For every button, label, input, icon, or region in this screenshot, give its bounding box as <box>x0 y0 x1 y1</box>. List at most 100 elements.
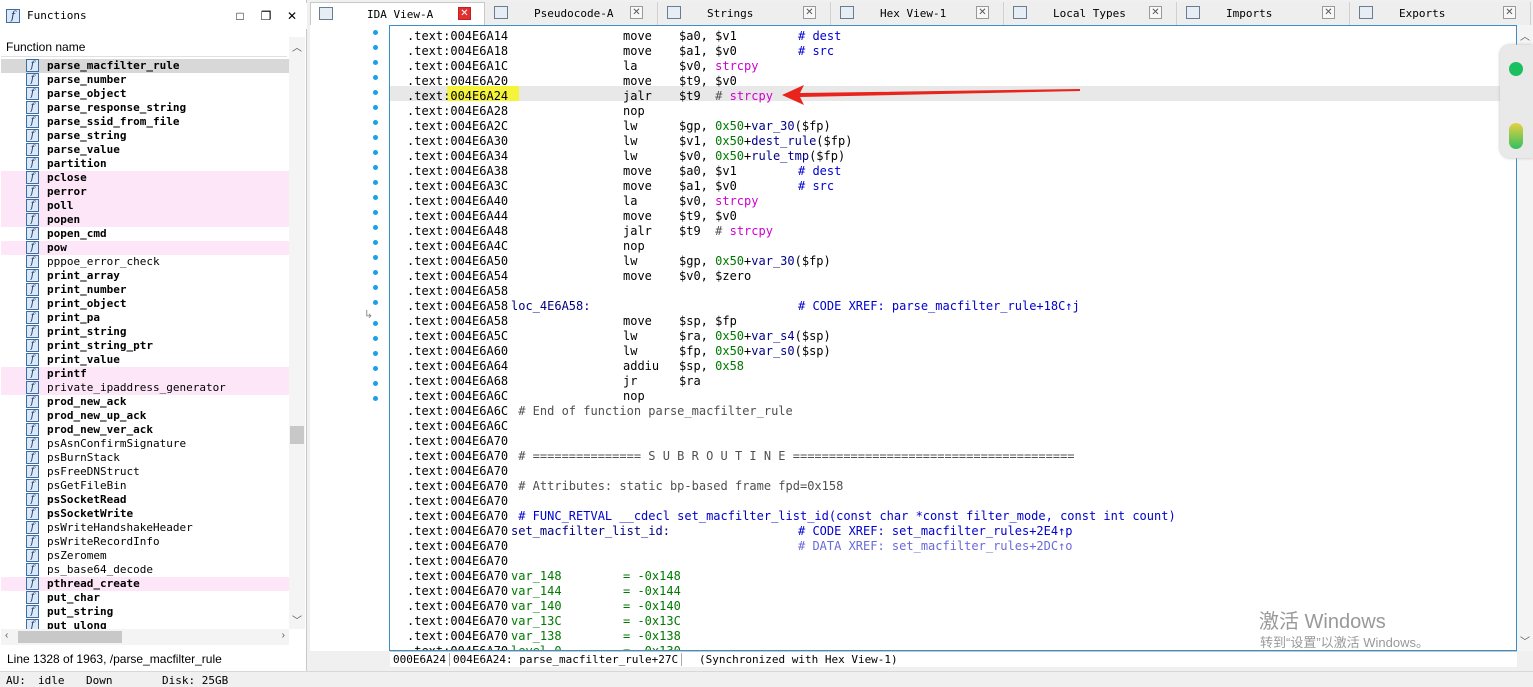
function-list-item[interactable]: f put_ulong <box>1 619 289 629</box>
disasm-line[interactable]: .text:004E6A70 # DATA XREF: set_macfilter… <box>407 539 1507 554</box>
tab-close-icon[interactable]: ✕ <box>976 6 989 19</box>
disasm-line[interactable]: .text:004E6A6C # End of function parse_m… <box>407 404 1507 419</box>
tab-pseudocode-a[interactable]: Pseudocode-A ✕ <box>486 2 658 25</box>
function-list-item[interactable]: f psZeromem <box>1 549 289 563</box>
function-list-item[interactable]: f psGetFileBin <box>1 479 289 493</box>
disasm-line[interactable]: .text:004E6A70 var_148 = -0x148 <box>407 569 1507 584</box>
function-list-item[interactable]: f print_object <box>1 297 289 311</box>
disasm-line[interactable]: .text:004E6A58 loc_4E6A58: # CODE XREF: pa… <box>407 299 1507 314</box>
function-list[interactable]: f parse_macfilter_rule f parse_number f parse… <box>1 59 289 629</box>
disasm-line[interactable]: .text:004E6A6C <box>407 419 1507 434</box>
function-list-item[interactable]: f pclose <box>1 171 289 185</box>
maximize-icon[interactable]: □ <box>233 9 247 23</box>
function-list-item[interactable]: f psFreeDNStruct <box>1 465 289 479</box>
disasm-line[interactable]: .text:004E6A70 <box>407 494 1507 509</box>
disasm-line[interactable]: .text:004E6A54 move $v0, $zero <box>407 269 1507 284</box>
ida-view-disassembly[interactable]: .text:004E6A14 move $a0, $v1 # dest .text:00… <box>389 25 1517 651</box>
disasm-line[interactable]: .text:004E6A44 move $t9, $v0 <box>407 209 1507 224</box>
function-list-item[interactable]: f pthread_create <box>1 577 289 591</box>
disasm-line[interactable]: .text:004E6A40 la $v0, strcpy <box>407 194 1507 209</box>
tab-imports[interactable]: Imports ✕ <box>1178 2 1350 25</box>
function-list-item[interactable]: f pow <box>1 241 289 255</box>
disasm-line[interactable]: .text:004E6A68 jr $ra <box>407 374 1507 389</box>
disasm-line[interactable]: .text:004E6A70 <box>407 554 1507 569</box>
disasm-line[interactable]: .text:004E6A70 <box>407 464 1507 479</box>
disasm-line[interactable]: .text:004E6A48 jalr $t9 # strcpy <box>407 224 1507 239</box>
function-list-item[interactable]: f pppoe_error_check <box>1 255 289 269</box>
tab-close-icon[interactable]: ✕ <box>1149 6 1162 19</box>
disasm-line[interactable]: .text:004E6A70 # FUNC_RETVAL __cdecl set… <box>407 509 1507 524</box>
tab-close-icon[interactable]: ✕ <box>458 7 471 20</box>
disasm-line[interactable]: .text:004E6A4C nop <box>407 239 1507 254</box>
disasm-line[interactable]: .text:004E6A34 lw $v0, 0x50+rule_tmp($fp) <box>407 149 1507 164</box>
function-list-item[interactable]: f parse_string <box>1 129 289 143</box>
function-list-vscrollbar[interactable]: ︿ ﹀ <box>289 37 305 629</box>
function-list-item[interactable]: f prod_new_up_ack <box>1 409 289 423</box>
function-list-item[interactable]: f parse_number <box>1 73 289 87</box>
function-list-item[interactable]: f perror <box>1 185 289 199</box>
function-list-item[interactable]: f ps_base64_decode <box>1 563 289 577</box>
disasm-line[interactable]: .text:004E6A58 move $sp, $fp <box>407 314 1507 329</box>
function-list-item[interactable]: f parse_object <box>1 87 289 101</box>
function-list-item[interactable]: f print_value <box>1 353 289 367</box>
scroll-down-icon[interactable]: ﹀ <box>1520 633 1530 648</box>
tab-close-icon[interactable]: ✕ <box>1503 6 1516 19</box>
disasm-line[interactable]: .text:004E6A58 <box>407 284 1507 299</box>
function-list-item[interactable]: f print_string_ptr <box>1 339 289 353</box>
disasm-line[interactable]: .text:004E6A70 # Attributes: static bp-b… <box>407 479 1507 494</box>
float-icon[interactable]: ❐ <box>259 9 273 23</box>
disasm-line[interactable]: .text:004E6A70 var_144 = -0x144 <box>407 584 1507 599</box>
function-list-item[interactable]: f print_pa <box>1 311 289 325</box>
function-list-item[interactable]: f psSocketRead <box>1 493 289 507</box>
disasm-line[interactable]: .text:004E6A3C move $a1, $v0 # src <box>407 179 1507 194</box>
hscroll-thumb[interactable] <box>18 631 122 643</box>
disasm-line[interactable]: .text:004E6A5C lw $ra, 0x50+var_s4($sp) <box>407 329 1507 344</box>
tab-close-icon[interactable]: ✕ <box>630 6 643 19</box>
function-list-item[interactable]: f popen_cmd <box>1 227 289 241</box>
function-list-item[interactable]: f parse_ssid_from_file <box>1 115 289 129</box>
disasm-line[interactable]: .text:004E6A70 <box>407 434 1507 449</box>
close-icon[interactable]: ✕ <box>285 9 299 23</box>
function-list-item[interactable]: f psWriteHandshakeHeader <box>1 521 289 535</box>
function-name-column-header[interactable]: Function name <box>1 37 287 57</box>
disasm-line[interactable]: .text:004E6A6C nop <box>407 389 1507 404</box>
tab-close-icon[interactable]: ✕ <box>1322 6 1335 19</box>
function-list-item[interactable]: f parse_value <box>1 143 289 157</box>
scroll-up-icon[interactable]: ︿ <box>1520 28 1530 43</box>
disasm-line[interactable]: .text:004E6A14 move $a0, $v1 # dest <box>407 29 1507 44</box>
disasm-line[interactable]: .text:004E6A30 lw $v1, 0x50+dest_rule($fp) <box>407 134 1507 149</box>
function-list-item[interactable]: f prod_new_ack <box>1 395 289 409</box>
function-list-item[interactable]: f parse_response_string <box>1 101 289 115</box>
disasm-line[interactable]: .text:004E6A2C lw $gp, 0x50+var_30($fp) <box>407 119 1507 134</box>
function-list-item[interactable]: f prod_new_ver_ack <box>1 423 289 437</box>
function-list-item[interactable]: f psWriteRecordInfo <box>1 535 289 549</box>
function-list-item[interactable]: f private_ipaddress_generator <box>1 381 289 395</box>
function-list-hscrollbar[interactable]: ‹ › <box>1 629 289 645</box>
function-list-item[interactable]: f psSocketWrite <box>1 507 289 521</box>
function-list-item[interactable]: f parse_macfilter_rule <box>1 59 289 73</box>
tab-close-icon[interactable]: ✕ <box>803 6 816 19</box>
function-list-item[interactable]: f psAsnConfirmSignature <box>1 437 289 451</box>
disasm-line[interactable]: .text:004E6A38 move $a0, $v1 # dest <box>407 164 1507 179</box>
disasm-line[interactable]: .text:004E6A70 # =============== S U B R… <box>407 449 1507 464</box>
scroll-right-icon[interactable]: › <box>282 630 285 641</box>
disasm-line[interactable]: .text:004E6A64 addiu $sp, 0x58 <box>407 359 1507 374</box>
navigation-band[interactable] <box>1500 45 1533 158</box>
function-list-item[interactable]: f partition <box>1 157 289 171</box>
function-list-item[interactable]: f popen <box>1 213 289 227</box>
scroll-down-icon[interactable]: ﹀ <box>292 612 302 627</box>
function-list-item[interactable]: f put_char <box>1 591 289 605</box>
scroll-thumb[interactable] <box>290 426 304 444</box>
function-list-item[interactable]: f print_string <box>1 325 289 339</box>
disasm-line[interactable]: .text:004E6A1C la $v0, strcpy <box>407 59 1507 74</box>
disasm-line[interactable]: .text:004E6A50 lw $gp, 0x50+var_30($fp) <box>407 254 1507 269</box>
tab-hex-view-1[interactable]: Hex View-1 ✕ <box>832 2 1004 25</box>
disasm-line[interactable]: .text:004E6A70 set_macfilter_list_id: # CO… <box>407 524 1507 539</box>
function-list-item[interactable]: f put_string <box>1 605 289 619</box>
function-list-item[interactable]: f psBurnStack <box>1 451 289 465</box>
scroll-left-icon[interactable]: ‹ <box>5 630 8 641</box>
function-list-item[interactable]: f poll <box>1 199 289 213</box>
disasm-line[interactable]: .text:004E6A18 move $a1, $v0 # src <box>407 44 1507 59</box>
tab-exports[interactable]: Exports ✕ <box>1351 2 1531 25</box>
function-list-item[interactable]: f print_array <box>1 269 289 283</box>
